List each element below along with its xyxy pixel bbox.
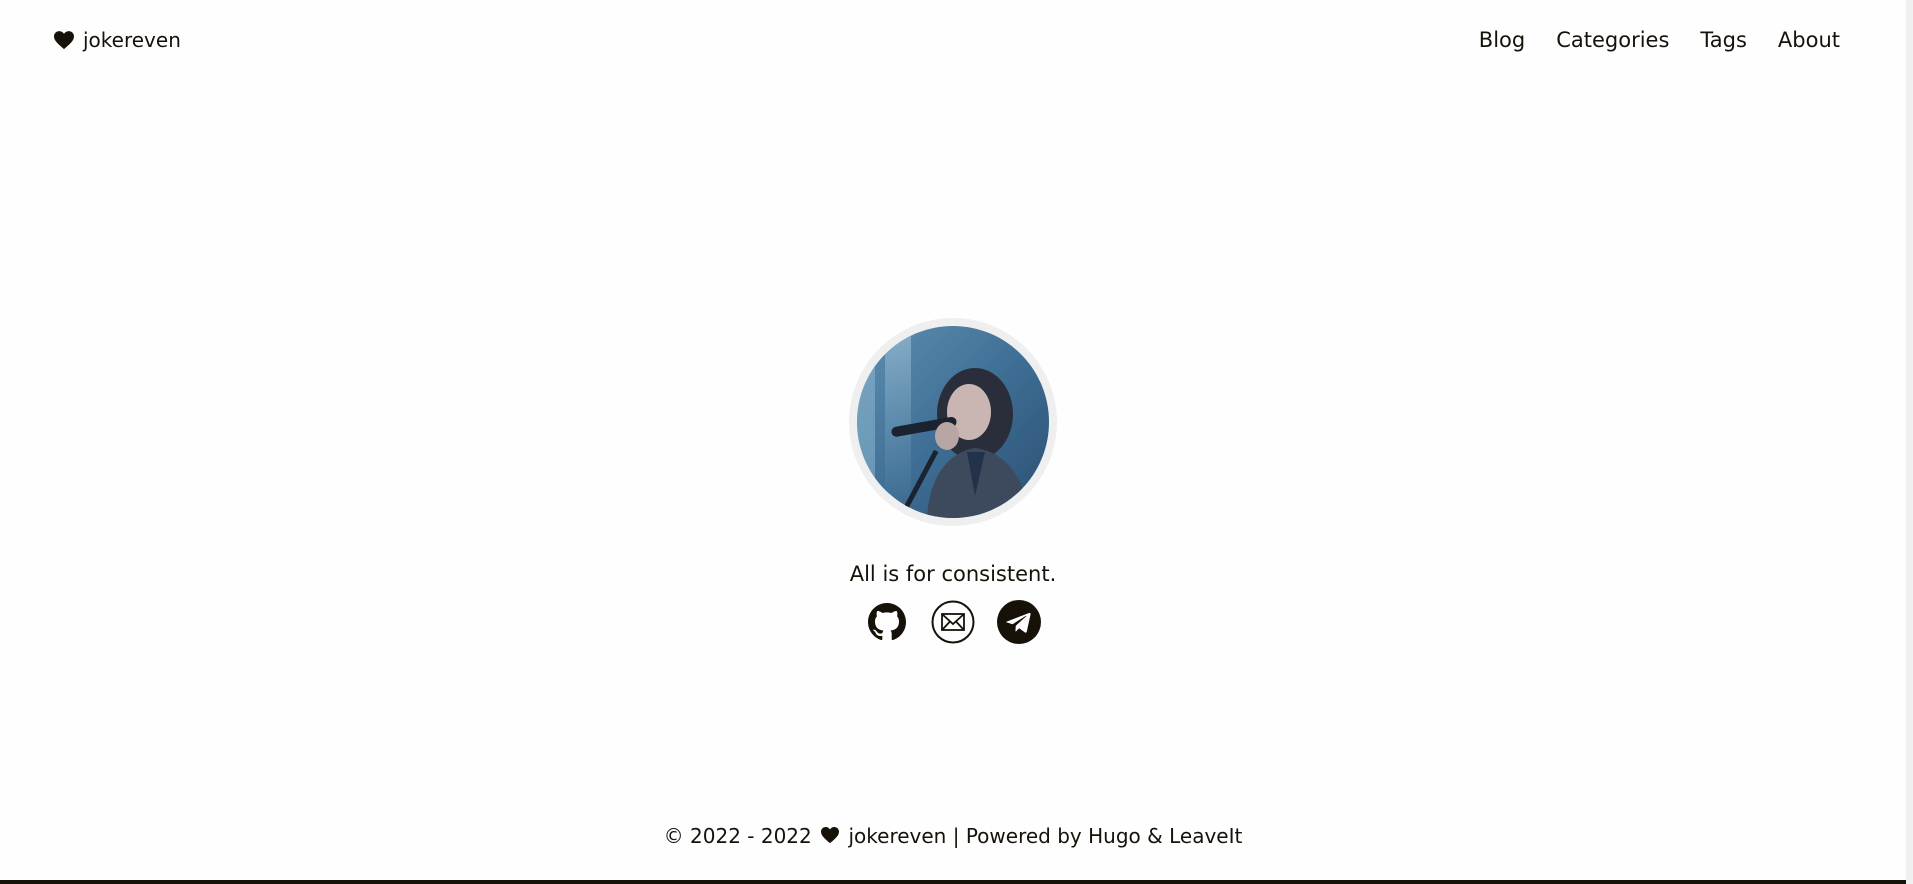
nav-about[interactable]: About xyxy=(1778,26,1840,54)
profile-subtitle: All is for consistent. xyxy=(849,562,1057,586)
footer-hugo-link[interactable]: Hugo xyxy=(1088,824,1141,848)
heart-icon xyxy=(821,826,840,844)
email-link[interactable] xyxy=(931,600,975,644)
brand-name: jokereven xyxy=(83,28,181,52)
footer-separator: | xyxy=(952,824,960,848)
scrollbar-track[interactable] xyxy=(1906,0,1913,884)
avatar-photo xyxy=(857,326,1049,518)
telegram-link[interactable] xyxy=(997,600,1041,644)
nav-blog[interactable]: Blog xyxy=(1479,26,1525,54)
github-icon xyxy=(868,603,906,641)
bottom-border xyxy=(0,880,1906,884)
telegram-icon xyxy=(997,600,1041,644)
avatar-ring xyxy=(849,318,1057,526)
footer-amp: & xyxy=(1147,824,1163,848)
brand-link[interactable]: jokereven xyxy=(53,26,181,54)
copyright-text: © 2022 - 2022 xyxy=(663,824,812,848)
main-nav: Blog Categories Tags About xyxy=(1479,26,1840,54)
email-icon xyxy=(931,600,975,644)
github-link[interactable] xyxy=(865,600,909,644)
footer-powered-by: Powered by xyxy=(965,824,1082,848)
nav-categories[interactable]: Categories xyxy=(1556,26,1669,54)
site-footer: © 2022 - 2022 jokereven | Powered by Hug… xyxy=(0,822,1906,850)
heart-icon xyxy=(54,31,74,50)
avatar xyxy=(857,326,1049,518)
footer-theme-link[interactable]: LeaveIt xyxy=(1169,824,1242,848)
nav-tags[interactable]: Tags xyxy=(1700,26,1747,54)
profile-section: All is for consistent. xyxy=(0,318,1906,644)
page: jokereven Blog Categories Tags About All… xyxy=(0,0,1913,884)
social-links xyxy=(0,600,1906,644)
site-header: jokereven Blog Categories Tags About xyxy=(0,0,1906,80)
footer-author-link[interactable]: jokereven xyxy=(848,824,946,848)
